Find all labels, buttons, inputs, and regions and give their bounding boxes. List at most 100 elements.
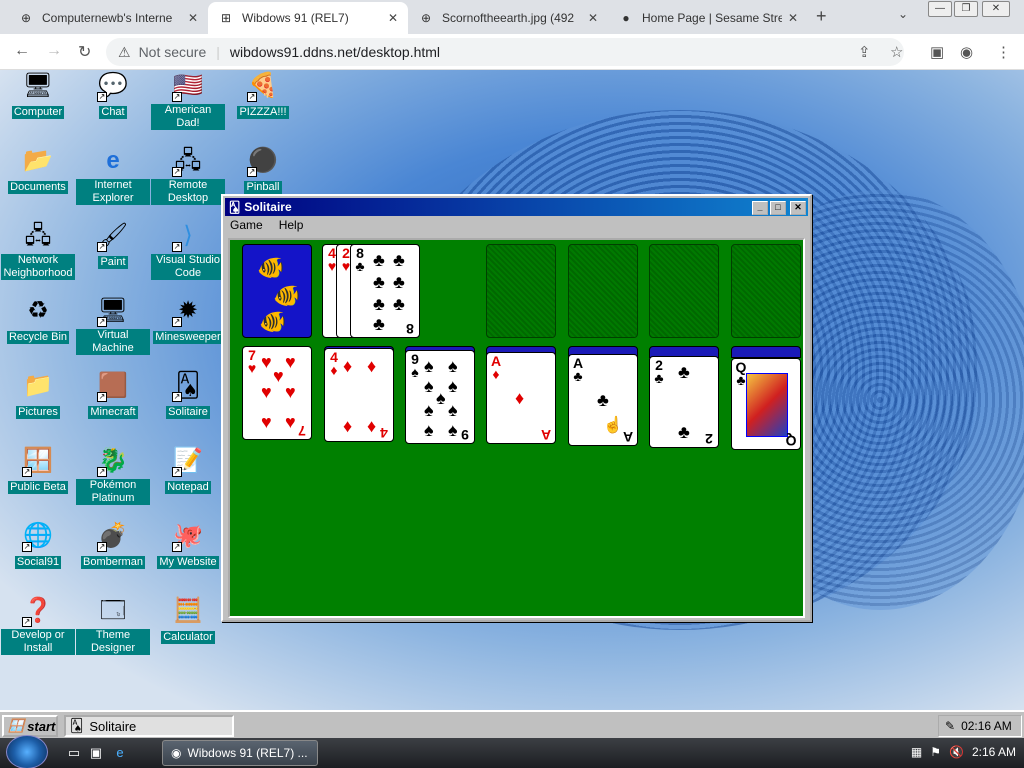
card-pip: ♥ [261,352,272,372]
restore-button[interactable]: ❐ [954,1,978,17]
tableau-card-4[interactable]: A ♦ ♦ A [486,352,556,444]
action-center-icon[interactable]: ⚑ [930,745,941,759]
waste-card-top[interactable]: 8 ♣ ♣ ♣ ♣ ♣ ♣ ♣ ♣ 8 [350,244,420,338]
icon-label: Chat [99,106,127,119]
shortcut-arrow-icon: ↗ [97,242,107,252]
desktop-icon-american-dad[interactable]: 🇺🇸 ↗ American Dad! [151,70,225,130]
desktop-icon-calculator[interactable]: 🧮 Calculator [151,595,225,644]
card-table[interactable]: 🐠 🐠 🐠 4 ♥ 2 ♥ 8 ♣ ♣ ♣ ♣ ♣ ♣ ♣ ♣ 8 7 ♥ ♥ … [228,238,805,618]
desktop-icon-virtual-machine[interactable]: 🖥 ↗ Virtual Machine [76,295,150,355]
desktop-icon-social91[interactable]: 🌐 ↗ Social91 [1,520,75,569]
foundation-slot-1[interactable] [486,244,556,338]
foundation-slot-4[interactable] [731,244,801,338]
taskbar-item-browser[interactable]: ◉ Wibdows 91 (REL7) ... [162,740,318,766]
desktop-icon-notepad[interactable]: 📝 ↗ Notepad [151,445,225,494]
sesame-icon: ● [622,11,630,25]
desktop-icon-minecraft[interactable]: 🟫 ↗ Minecraft [76,370,150,419]
host-clock[interactable]: 2:16 AM [972,745,1016,759]
stock-pile[interactable]: 🐠 🐠 🐠 [242,244,312,338]
browser-tab-sesame[interactable]: ● Home Page | Sesame Stre ✕ [608,2,808,34]
maximize-button[interactable]: □ [770,201,786,215]
desktop-icon-remote-desktop[interactable]: 🖧 ↗ Remote Desktop [151,145,225,205]
menu-game[interactable]: Game [227,218,266,236]
tab-title: Wibdows 91 (REL7) [242,11,349,25]
reload-icon[interactable]: ↻ [78,42,91,62]
network-icon[interactable]: ▦ [911,745,922,759]
desktop-icon-chat[interactable]: 💬 ↗ Chat [76,70,150,119]
close-button[interactable]: ✕ [790,201,806,215]
close-tab-icon[interactable]: ✕ [188,11,198,25]
card-pip: ♠ [424,376,434,396]
icon-label: Minecraft [88,406,138,419]
card-pip: ♣ [393,272,405,292]
show-desktop-icon[interactable]: ▭ [66,745,82,761]
new-tab-button[interactable]: + [816,6,827,27]
github-icon: 🐙 ↗ [172,522,203,552]
foundation-slot-3[interactable] [649,244,719,338]
desktop[interactable]: 🖥 Computer 📂 Documents 🖧 Network Neighbo… [0,70,1024,710]
volume-muted-icon[interactable]: 🔇 [949,745,964,759]
tableau-card-6[interactable]: 2 ♣ ♣ ♣ 2 [649,356,719,448]
clock[interactable]: 02:16 AM [961,719,1012,733]
internet-explorer-icon[interactable]: e [112,745,128,761]
desktop-icon-my-website[interactable]: 🐙 ↗ My Website [151,520,225,569]
paint-icon: 🖌 ↗ [97,222,129,252]
close-tab-icon[interactable]: ✕ [388,11,398,25]
tableau-card-1[interactable]: 7 ♥ ♥ ♥ ♥ ♥ ♥ ♥ ♥ 7 [242,346,312,440]
taskbar-app-solitaire[interactable]: 🂡 Solitaire [64,715,234,737]
computer-icon: 🖥 ↗ [97,297,129,327]
desktop-icon-pokemon-platinum[interactable]: 🐉 ↗ Pokémon Platinum [76,445,150,505]
card-pip: ♦ [343,356,353,376]
desktop-icon-develop-or-install[interactable]: ❓ ↗ Develop or Install [1,595,75,655]
bookmark-star-icon[interactable]: ☆ [890,43,903,61]
minimize-button[interactable]: — [928,1,952,17]
security-label[interactable]: Not secure [139,44,207,60]
desktop-icon-public-beta[interactable]: 🪟 ↗ Public Beta [1,445,75,494]
menu-help[interactable]: Help [276,218,307,236]
close-window-button[interactable]: ✕ [982,1,1010,17]
tab-search-chevron-icon[interactable]: ⌄ [898,7,908,21]
desktop-icon-internet-explorer[interactable]: e Internet Explorer [76,145,150,205]
warning-icon[interactable]: ⚠ [118,44,131,61]
close-tab-icon[interactable]: ✕ [588,11,598,25]
browser-tab-scorn[interactable]: ⊕ Scornoftheearth.jpg (492 ✕ [408,2,608,34]
tableau-card-7[interactable]: Q ♣ Q [731,358,801,450]
tableau-card-5[interactable]: A ♣ ♣ ☝ A [568,354,638,446]
desktop-icon-computer[interactable]: 🖥 Computer [1,70,75,119]
close-tab-icon[interactable]: ✕ [788,11,798,25]
window-title-bar[interactable]: 🂡 Solitaire _ □ ✕ [225,198,808,216]
desktop-icon-minesweeper[interactable]: ✹ ↗ Minesweeper [151,295,225,344]
desktop-icon-solitaire[interactable]: 🂡 ↗ Solitaire [151,370,225,419]
browser-tab-wibdows[interactable]: ⊞ Wibdows 91 (REL7) ✕ [208,2,408,34]
browser-tab-computernewb[interactable]: ⊕ Computernewb's Interne ✕ [8,2,208,34]
menu-kebab-icon[interactable]: ⋮ [996,43,1011,61]
switch-windows-icon[interactable]: ▣ [88,745,104,761]
start-orb[interactable] [6,735,48,768]
back-arrow-icon[interactable]: ← [14,42,30,60]
side-panel-icon[interactable]: ▣ [930,43,944,61]
forward-arrow-icon[interactable]: → [46,42,62,60]
desktop-icon-documents[interactable]: 📂 Documents [1,145,75,194]
share-icon[interactable]: ⇪ [858,43,871,61]
desktop-icon-bomberman[interactable]: 💣 ↗ Bomberman [76,520,150,569]
desktop-icon-recycle-bin[interactable]: ♻ Recycle Bin [1,295,75,344]
desktop-icon-visual-studio-code[interactable]: ⟩ ↗ Visual Studio Code [151,220,225,280]
start-button[interactable]: 🪟 start [2,715,58,737]
tableau-card-2[interactable]: 4 ♦ ♦ ♦ ♦ ♦ 4 [324,348,394,442]
tableau-card-3[interactable]: 9 ♠ ♠ ♠ ♠ ♠ ♠ ♠ ♠ ♠ ♠ 9 [405,350,475,444]
desktop-icon-network-neighborhood[interactable]: 🖧 Network Neighborhood [1,220,75,280]
minimize-button[interactable]: _ [752,201,768,215]
desktop-icon-pizzza[interactable]: 🍕 ↗ PIZZZA!!! [226,70,300,119]
pen-icon[interactable]: ✎ [945,719,955,733]
foundation-slot-2[interactable] [568,244,638,338]
icon-label: Virtual Machine [76,329,150,355]
folder-icon: 📁 [23,372,53,399]
globe-icon: 🌐 ↗ [22,522,53,552]
desktop-icon-pictures[interactable]: 📁 Pictures [1,370,75,419]
desktop-icon-theme-designer[interactable]: 🗔 Theme Designer [76,595,150,655]
desktop-icon-pinball[interactable]: ⚫ ↗ Pinball [226,145,300,194]
desktop-icon-paint[interactable]: 🖌 ↗ Paint [76,220,150,269]
url-text[interactable]: wibdows91.ddns.net/desktop.html [230,44,440,60]
url-omnibox[interactable]: ⚠ Not secure | wibdows91.ddns.net/deskto… [106,38,904,66]
profile-avatar-icon[interactable]: ◉ [960,43,973,61]
